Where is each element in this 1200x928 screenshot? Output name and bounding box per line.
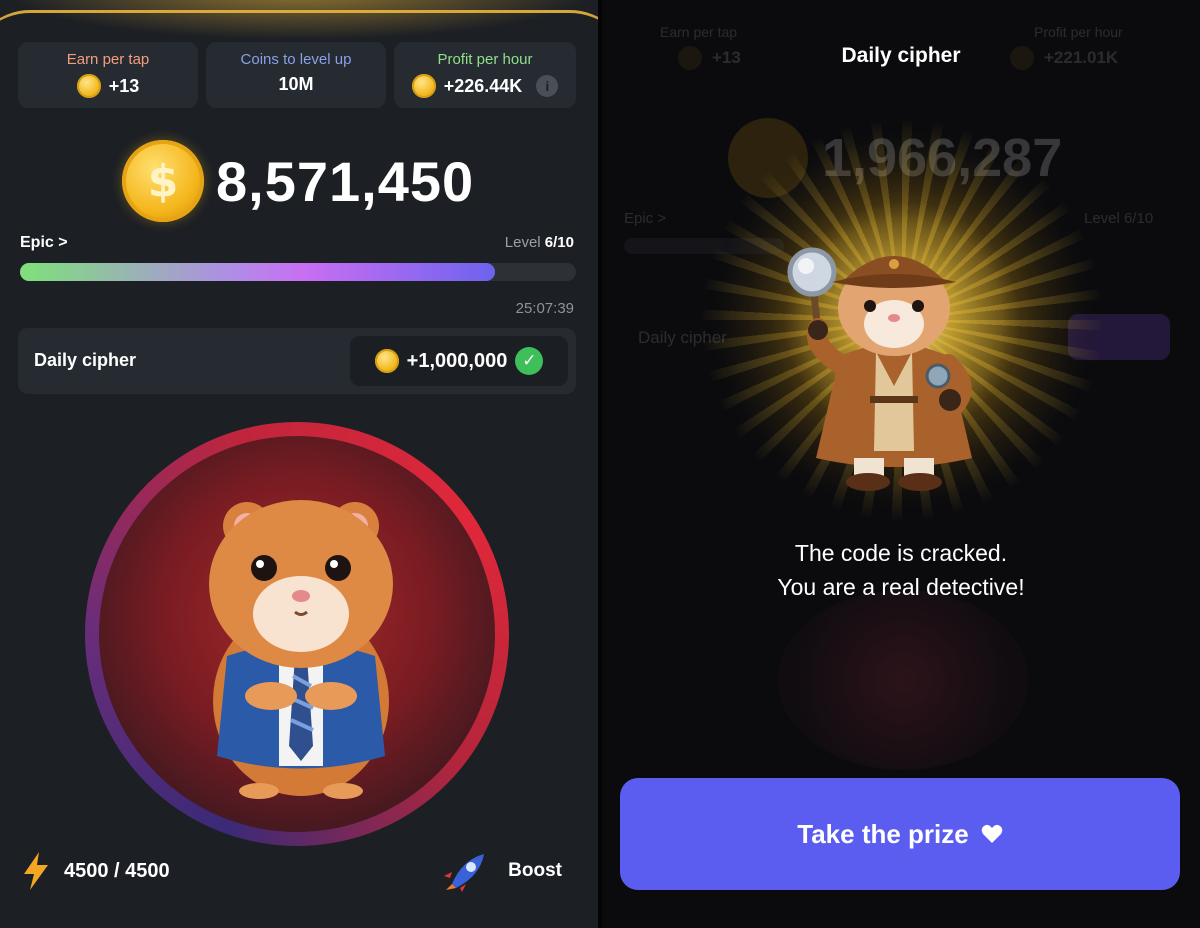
- success-message: The code is cracked. You are a real dete…: [602, 536, 1200, 604]
- coins-to-level-up-value: 10M: [278, 74, 314, 94]
- earn-per-tap-label: Earn per tap: [66, 51, 150, 68]
- profit-per-hour-card[interactable]: Profit per hour +226.44K i: [394, 42, 576, 108]
- daily-cipher-modal: Earn per tap +13 Profit per hour +221.01…: [602, 0, 1200, 928]
- ghost-tap-area: [778, 590, 1028, 770]
- heart-icon: [981, 824, 1003, 843]
- level-indicator: Level 6/10: [505, 234, 574, 251]
- tap-screen: Earn per tap +13 Coins to level up 10M P…: [0, 0, 598, 928]
- cipher-timer: 25:07:39: [515, 300, 574, 317]
- daily-cipher-card[interactable]: Daily cipher +1,000,000 ✓: [18, 328, 576, 394]
- energy-value: 4500 / 4500: [64, 859, 170, 882]
- hamster-detective-icon: [787, 247, 972, 491]
- magnifier-icon: [787, 247, 837, 333]
- league-link[interactable]: Epic >: [20, 234, 68, 252]
- daily-cipher-label: Daily cipher: [34, 350, 137, 370]
- coin-icon: [411, 74, 436, 98]
- profit-per-hour-value: +226.44K: [443, 75, 523, 96]
- take-prize-label: Take the prize: [797, 818, 969, 849]
- coins-to-level-up-card[interactable]: Coins to level up 10M: [206, 42, 386, 108]
- lightning-icon: [24, 852, 48, 890]
- coin-icon: [76, 74, 101, 98]
- ghost-earn-label: Earn per tap: [660, 24, 738, 40]
- boost-label: Boost: [508, 860, 562, 881]
- earn-per-tap-value: +13: [108, 75, 140, 96]
- modal-title: Daily cipher: [841, 44, 961, 67]
- coin-icon: [374, 349, 399, 373]
- ghost-profit-label: Profit per hour: [1034, 24, 1123, 40]
- success-message-line-2: You are a real detective!: [777, 574, 1025, 600]
- level-progress-fill: [20, 263, 496, 281]
- daily-cipher-reward-amount: +1,000,000: [406, 349, 508, 372]
- coins-to-level-up-label: Coins to level up: [240, 51, 352, 68]
- energy: 4500 / 4500: [22, 852, 170, 890]
- balance-amount: 8,571,450: [216, 149, 475, 213]
- ghost-level: Level 6/10: [1084, 210, 1154, 227]
- profit-per-hour-label: Profit per hour: [437, 51, 533, 68]
- hamster-ceo-icon: [209, 500, 393, 799]
- take-prize-button[interactable]: Take the prize: [620, 778, 1180, 890]
- earn-per-tap-card[interactable]: Earn per tap +13: [18, 42, 198, 108]
- level-value: 6/10: [544, 234, 574, 251]
- tap-button[interactable]: [85, 422, 509, 846]
- info-icon[interactable]: i: [536, 75, 559, 97]
- success-message-line-1: The code is cracked.: [794, 540, 1008, 566]
- check-icon: ✓: [515, 347, 544, 375]
- rocket-icon: [444, 854, 485, 892]
- coin-icon: $: [122, 140, 204, 222]
- level-prefix: Level: [504, 234, 541, 251]
- level-progress-bar: [20, 263, 576, 281]
- daily-cipher-reward: +1,000,000 ✓: [350, 336, 568, 386]
- balance: $ 8,571,450: [122, 140, 474, 222]
- ghost-league: Epic >: [624, 210, 667, 227]
- boost-button[interactable]: Boost: [444, 850, 562, 892]
